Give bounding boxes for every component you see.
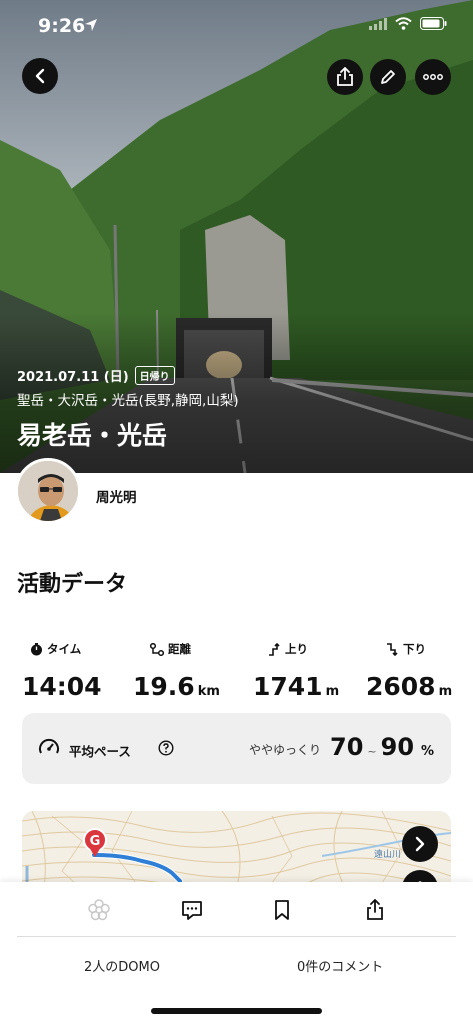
edit-button[interactable]	[370, 59, 406, 95]
stat-ascent-value: 1741	[253, 672, 323, 701]
activity-date-row: 2021.07.11 (日) 日帰り	[17, 366, 175, 385]
domo-count[interactable]: 2人のDOMO	[84, 956, 160, 975]
help-icon[interactable]	[158, 740, 174, 756]
status-time: 9:26	[38, 15, 86, 37]
back-button[interactable]	[22, 58, 58, 94]
map-next-button[interactable]	[402, 826, 438, 862]
stat-ascent: 上り 1741 m	[253, 640, 339, 701]
bookmark-icon	[275, 900, 289, 920]
pace-card[interactable]: 平均ペース ややゆっくり 70 ~ 90 %	[22, 713, 451, 784]
activity-title: 易老岳・光岳	[17, 421, 168, 450]
pace-unit: %	[421, 744, 435, 759]
pencil-icon	[381, 70, 395, 84]
stat-descent: 下り 2608 m	[366, 640, 452, 701]
divider	[17, 936, 456, 937]
stat-descent-unit: m	[438, 684, 453, 699]
share-bottom-button[interactable]	[362, 897, 388, 923]
stat-ascent-label: 上り	[285, 642, 308, 656]
stopwatch-icon	[31, 642, 42, 655]
share-icon	[337, 67, 353, 86]
location-arrow-icon	[84, 17, 98, 36]
signal-icon	[369, 17, 387, 30]
pace-label: 平均ペース	[69, 744, 131, 759]
day-trip-badge: 日帰り	[134, 366, 175, 385]
stat-time: タイム 14:04	[22, 640, 102, 701]
stat-time-value: 14:04	[22, 672, 102, 701]
comment-count[interactable]: 0件のコメント	[297, 956, 383, 975]
comment-button[interactable]	[179, 897, 205, 923]
stat-descent-label: 下り	[403, 642, 426, 656]
pace-description: ややゆっくり	[249, 743, 322, 757]
pace-high: 90	[380, 733, 415, 761]
home-indicator[interactable]	[151, 1008, 322, 1014]
section-title: 活動データ	[17, 572, 128, 597]
stat-distance-label: 距離	[168, 642, 191, 656]
user-name[interactable]: 周光明	[96, 486, 137, 506]
route-pin-icon	[150, 642, 164, 656]
descent-icon	[387, 642, 398, 656]
stat-descent-value: 2608	[366, 672, 436, 701]
pace-tilde: ~	[367, 745, 377, 758]
ascent-icon	[269, 642, 280, 656]
activity-route[interactable]: 聖岳・大沢岳・光岳(長野,静岡,山梨)	[17, 389, 239, 409]
stat-distance: 距離 19.6 km	[133, 640, 220, 701]
battery-icon	[420, 17, 447, 30]
chevron-right-icon	[415, 836, 425, 852]
goal-marker-label: G	[90, 834, 101, 849]
user-photo	[18, 461, 78, 521]
domo-button[interactable]	[86, 897, 112, 923]
gauge-icon	[39, 738, 59, 754]
more-icon	[423, 74, 443, 80]
map-river-label: 遠山川	[374, 848, 401, 860]
share-icon	[367, 899, 383, 920]
domo-flower-icon	[88, 899, 110, 921]
pace-low: 70	[330, 733, 364, 761]
stat-time-label: タイム	[47, 642, 82, 656]
comment-icon	[182, 901, 202, 920]
wifi-icon	[395, 17, 412, 30]
stat-distance-unit: km	[197, 684, 220, 699]
chevron-left-icon	[35, 68, 45, 84]
stat-distance-value: 19.6	[133, 672, 195, 701]
share-button[interactable]	[327, 59, 363, 95]
more-button[interactable]	[415, 59, 451, 95]
status-icons	[369, 17, 447, 30]
avatar[interactable]	[15, 458, 81, 524]
pace-value: 70 ~ 90 %	[330, 733, 434, 761]
stat-ascent-unit: m	[325, 684, 340, 699]
bottom-action-bar	[0, 882, 473, 1024]
activity-date: 2021.07.11 (日)	[17, 370, 129, 385]
bookmark-button[interactable]	[269, 897, 295, 923]
